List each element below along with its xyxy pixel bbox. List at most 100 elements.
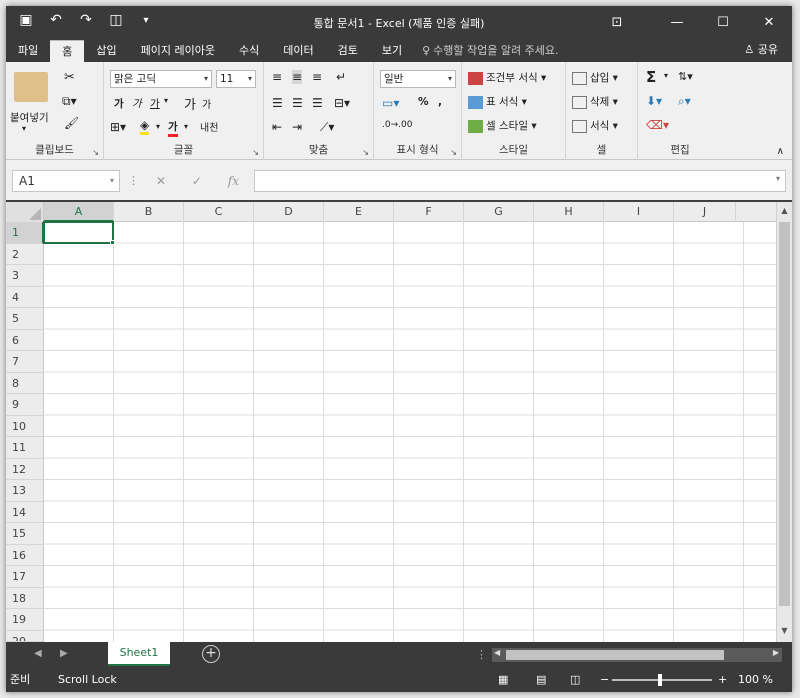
font-name-combo[interactable]: 맑은 고딕 ▾	[110, 70, 212, 88]
tab-formulas[interactable]: 수식	[227, 40, 271, 62]
scroll-right-icon[interactable]: ▶	[773, 648, 779, 657]
cell-styles-button[interactable]: 셀 스타일 ▾	[468, 118, 537, 133]
autosum-dropdown-icon[interactable]: ▾	[664, 71, 668, 80]
format-painter-icon[interactable]: 🖌	[64, 116, 79, 130]
ribbon-display-options-icon[interactable]: ⊡	[594, 6, 640, 38]
column-header-g[interactable]: G	[464, 202, 534, 222]
fill-handle[interactable]	[110, 240, 115, 245]
tab-view[interactable]: 보기	[370, 40, 414, 62]
align-left-icon[interactable]: ☰	[272, 96, 283, 110]
tab-review[interactable]: 검토	[326, 40, 370, 62]
number-format-combo[interactable]: 일반 ▾	[380, 70, 456, 88]
column-header-e[interactable]: E	[324, 202, 394, 222]
column-header-d[interactable]: D	[254, 202, 324, 222]
fill-color-dropdown-icon[interactable]: ▾	[156, 122, 160, 131]
row-header[interactable]: 16	[6, 544, 44, 566]
row-header[interactable]: 2	[6, 243, 44, 265]
shrink-font-button[interactable]: 가	[202, 96, 211, 111]
sort-filter-icon[interactable]: ⇅▾	[678, 70, 693, 83]
underline-button[interactable]: 가	[150, 96, 160, 111]
zoom-slider-knob[interactable]	[658, 674, 662, 686]
underline-dropdown-icon[interactable]: ▾	[164, 96, 168, 105]
active-cell-a1[interactable]	[43, 221, 114, 244]
increase-decimal-icon[interactable]: .0→.00	[382, 120, 412, 130]
tab-page-layout[interactable]: 페이지 레이아웃	[129, 40, 227, 62]
row-header[interactable]: 7	[6, 351, 44, 373]
fill-color-icon[interactable]: ◈	[140, 118, 150, 135]
font-size-combo[interactable]: 11 ▾	[216, 70, 256, 88]
cut-icon[interactable]: ✂	[64, 70, 75, 85]
fill-icon[interactable]: ⬇▾	[646, 94, 662, 108]
align-center-icon[interactable]: ☰	[292, 96, 303, 110]
row-header[interactable]: 12	[6, 458, 44, 480]
paste-dropdown-icon[interactable]: ▾	[22, 124, 26, 133]
select-all-button[interactable]	[6, 202, 44, 222]
align-top-icon[interactable]: ≡	[272, 70, 282, 84]
row-header[interactable]: 4	[6, 286, 44, 308]
grow-font-button[interactable]: 가	[184, 94, 196, 113]
decrease-indent-icon[interactable]: ⇤	[272, 120, 282, 134]
row-header[interactable]: 20	[6, 630, 44, 642]
row-header[interactable]: 19	[6, 609, 44, 631]
sheet-tab-sheet1[interactable]: Sheet1	[108, 642, 170, 666]
column-header-j[interactable]: J	[674, 202, 736, 222]
column-header-a[interactable]: A	[44, 202, 114, 222]
share-button[interactable]: ♙ 공유	[744, 41, 778, 59]
format-cells-button[interactable]: 서식 ▾	[572, 118, 618, 133]
find-select-icon[interactable]: ⌕▾	[678, 94, 691, 109]
zoom-slider[interactable]	[612, 679, 712, 681]
vertical-scroll-thumb[interactable]	[779, 222, 790, 606]
paste-icon[interactable]	[14, 72, 48, 102]
clipboard-launcher-icon[interactable]: ↘	[92, 148, 99, 157]
align-right-icon[interactable]: ☰	[312, 96, 323, 110]
wrap-text-icon[interactable]: ↵	[336, 70, 346, 84]
name-box[interactable]: A1 ▾	[12, 170, 120, 192]
formula-input[interactable]	[254, 170, 786, 192]
row-header[interactable]: 13	[6, 480, 44, 502]
horizontal-scroll-thumb[interactable]	[506, 650, 724, 660]
row-header[interactable]: 11	[6, 437, 44, 459]
row-header[interactable]: 9	[6, 394, 44, 416]
cancel-icon[interactable]: ✕	[156, 174, 166, 188]
column-header-f[interactable]: F	[394, 202, 464, 222]
paste-button[interactable]: 붙여넣기	[10, 110, 49, 125]
tab-data[interactable]: 데이터	[271, 40, 325, 62]
scroll-down-icon[interactable]: ▼	[777, 624, 792, 638]
font-color-button[interactable]: 가	[168, 119, 178, 137]
comma-button[interactable]: ,	[438, 96, 442, 108]
add-sheet-icon[interactable]: +	[202, 645, 220, 663]
row-header[interactable]: 1	[6, 222, 44, 244]
percent-button[interactable]: %	[418, 96, 429, 108]
close-icon[interactable]: ✕	[746, 6, 792, 38]
row-header[interactable]: 10	[6, 415, 44, 437]
clear-icon[interactable]: ⌫▾	[646, 118, 669, 132]
increase-indent-icon[interactable]: ⇥	[292, 120, 302, 134]
tell-me-box[interactable]: 수행할 작업을 알려 주세요.	[433, 40, 558, 62]
phonetic-button[interactable]: 내천	[200, 119, 218, 134]
borders-icon[interactable]: ⊞▾	[110, 120, 126, 134]
minimize-icon[interactable]: —	[654, 6, 700, 38]
format-as-table-button[interactable]: 표 서식 ▾	[468, 94, 527, 109]
bold-button[interactable]: 가	[114, 96, 124, 111]
vertical-scrollbar[interactable]: ▲ ▼	[776, 202, 792, 642]
zoom-out-icon[interactable]: −	[600, 668, 609, 692]
maximize-icon[interactable]: ☐	[700, 6, 746, 38]
next-sheet-icon[interactable]: ▶	[60, 648, 68, 659]
page-layout-view-icon[interactable]: ▤	[536, 668, 546, 692]
tab-home[interactable]: 홈	[50, 40, 85, 62]
italic-button[interactable]: 가	[132, 96, 142, 111]
alignment-launcher-icon[interactable]: ↘	[362, 148, 369, 157]
align-middle-icon[interactable]: ≡	[292, 70, 303, 84]
delete-cells-button[interactable]: 삭제 ▾	[572, 94, 618, 109]
column-header-b[interactable]: B	[114, 202, 184, 222]
insert-cells-button[interactable]: 삽입 ▾	[572, 70, 618, 85]
horizontal-scrollbar[interactable]: ◀ ▶	[492, 648, 782, 662]
row-header[interactable]: 15	[6, 523, 44, 545]
column-header-i[interactable]: I	[604, 202, 674, 222]
prev-sheet-icon[interactable]: ◀	[34, 648, 42, 659]
column-header-c[interactable]: C	[184, 202, 254, 222]
conditional-formatting-button[interactable]: 조건부 서식 ▾	[468, 70, 546, 85]
row-header[interactable]: 14	[6, 501, 44, 523]
merge-center-icon[interactable]: ⊟▾	[334, 96, 350, 110]
scroll-up-icon[interactable]: ▲	[777, 204, 792, 218]
